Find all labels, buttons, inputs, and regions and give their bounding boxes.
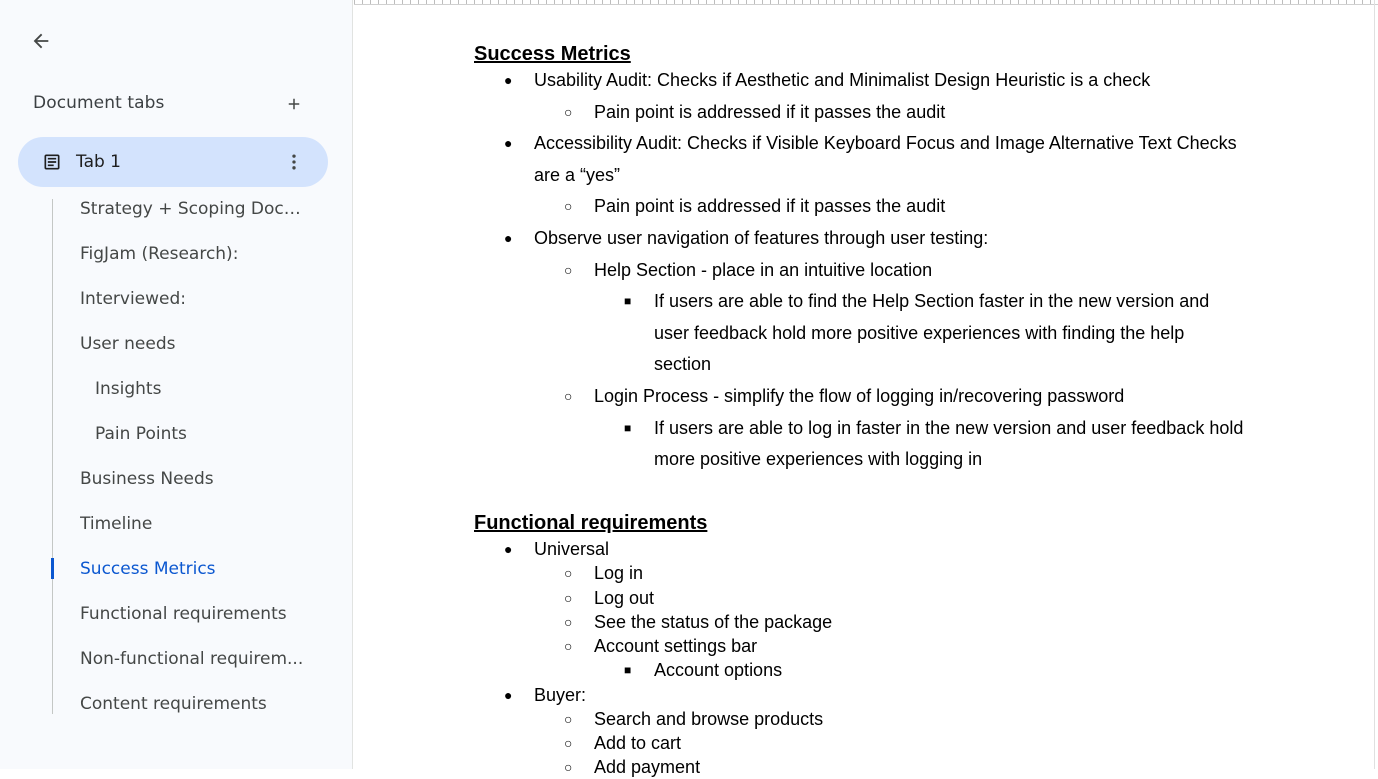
add-tab-button[interactable] [278, 88, 310, 120]
bullet: ● [504, 230, 513, 246]
tab-1-label: Tab 1 [76, 152, 121, 172]
bullet: ○ [564, 388, 573, 404]
outline-item-non-functional-requirements[interactable]: Non-functional requirem... [80, 648, 310, 670]
list-item-buyer: Buyer: [534, 685, 587, 705]
bullet: ○ [564, 638, 573, 654]
document-tabs-sidebar: Document tabs Tab 1 Strategy + Scoping D… [0, 0, 353, 769]
bullet: ○ [564, 590, 573, 606]
outline-item-interviewed[interactable]: Interviewed: [80, 288, 310, 310]
plus-icon [288, 98, 300, 110]
outline-item-success-metrics[interactable]: Success Metrics [80, 558, 310, 580]
list-item-log-out: Log out [594, 588, 655, 608]
tab-1[interactable]: Tab 1 [18, 137, 328, 187]
heading-success-metrics: Success Metrics [474, 43, 631, 65]
outline-item-user-needs[interactable]: User needs [80, 333, 310, 355]
outline-item-business-needs[interactable]: Business Needs [80, 468, 310, 490]
list-item-accessibility-audit: Accessibility Audit: Checks if Visible K… [534, 133, 1237, 153]
list-item-login-detail: If users are able to log in faster in th… [654, 418, 1244, 438]
bullet: ○ [564, 759, 573, 775]
bullet: ○ [564, 614, 573, 630]
list-item-help-detail: If users are able to find the Help Secti… [654, 291, 1210, 311]
list-item-log-in: Log in [594, 563, 644, 583]
outline-item-pain-points[interactable]: Pain Points [95, 423, 325, 445]
outline-item-timeline[interactable]: Timeline [80, 513, 310, 535]
list-item-package-status: See the status of the package [594, 612, 833, 632]
bullet: ● [504, 135, 513, 151]
outline-item-functional-requirements[interactable]: Functional requirements [80, 603, 310, 625]
document-icon [42, 152, 62, 172]
list-item-search-browse: Search and browse products [594, 709, 824, 729]
list-item-usability-sub: Pain point is addressed if it passes the… [594, 102, 946, 122]
bullet: ● [504, 72, 513, 88]
bullet: ○ [564, 262, 573, 278]
bullet: ○ [564, 104, 573, 120]
tab-options-button[interactable] [278, 146, 310, 178]
more-vert-icon [292, 154, 296, 170]
list-item-account-settings: Account settings bar [594, 636, 758, 656]
list-item-help-section: Help Section - place in an intuitive loc… [594, 260, 933, 280]
bullet: ○ [564, 735, 573, 751]
ruler [354, 0, 1378, 5]
bullet: ○ [564, 711, 573, 727]
list-item-accessibility-sub: Pain point is addressed if it passes the… [594, 196, 946, 216]
list-item-usability-audit: Usability Audit: Checks if Aesthetic and… [534, 70, 1151, 90]
arrow-left-icon [33, 33, 49, 49]
list-item-observe: Observe user navigation of features thro… [534, 228, 989, 248]
document-canvas[interactable]: Success Metrics ● Usability Audit: Check… [354, 0, 1378, 777]
outline-active-marker [51, 558, 54, 579]
outline-guide-line [52, 199, 53, 714]
list-item-login-detail-cont: more positive experiences with logging i… [654, 449, 983, 469]
bullet: ● [504, 687, 513, 703]
list-item-universal: Universal [534, 539, 610, 559]
page-edge [1374, 0, 1375, 769]
list-item-add-payment: Add payment [594, 757, 701, 777]
list-item-help-detail-cont: user feedback hold more positive experie… [654, 323, 1185, 343]
bullet: ■ [624, 294, 632, 308]
outline-item-strategy-scoping[interactable]: Strategy + Scoping Docu... [80, 198, 310, 220]
outline-item-figjam-research[interactable]: FigJam (Research): [80, 243, 310, 265]
outline-item-insights[interactable]: Insights [95, 378, 325, 400]
heading-functional-requirements: Functional requirements [474, 512, 708, 534]
outline-item-content-requirements[interactable]: Content requirements [80, 693, 310, 715]
list-item-add-to-cart: Add to cart [594, 733, 682, 753]
back-button[interactable] [22, 22, 60, 60]
bullet: ● [504, 541, 513, 557]
document-tabs-title: Document tabs [33, 93, 165, 113]
list-item-login-process: Login Process - simplify the flow of log… [594, 386, 1125, 406]
bullet: ■ [624, 421, 632, 435]
bullet: ○ [564, 198, 573, 214]
list-item-accessibility-audit-cont: are a “yes” [534, 165, 621, 185]
bullet: ○ [564, 565, 573, 581]
bullet: ■ [624, 663, 632, 677]
list-item-account-options: Account options [654, 660, 783, 680]
list-item-help-detail-cont2: section [654, 354, 712, 374]
